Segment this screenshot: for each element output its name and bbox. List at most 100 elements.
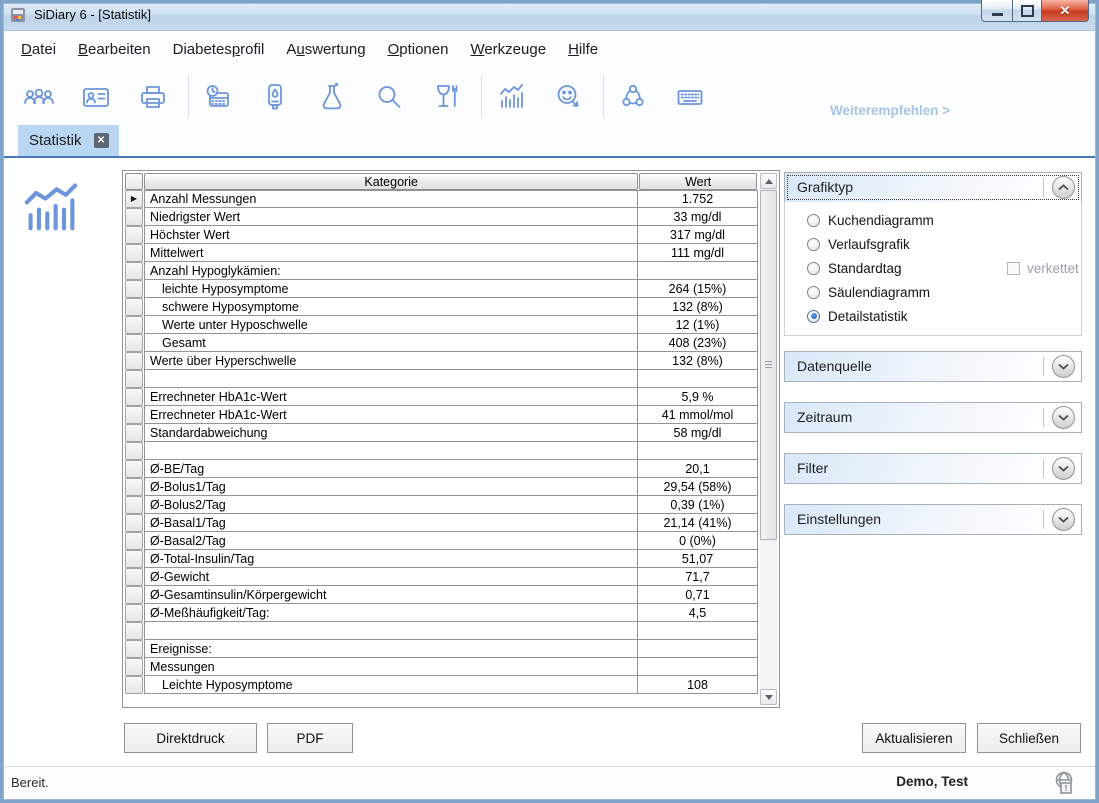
- table-row[interactable]: Höchster Wert317 mg/dl: [125, 226, 758, 244]
- table-row[interactable]: Werte über Hyperschwelle132 (8%): [125, 352, 758, 370]
- table-row[interactable]: Ø-BE/Tag20,1: [125, 460, 758, 478]
- row-header[interactable]: [125, 352, 143, 370]
- table-row[interactable]: Messungen: [125, 658, 758, 676]
- radio-selected-icon[interactable]: [807, 310, 820, 323]
- value-cell[interactable]: [638, 262, 758, 280]
- row-header[interactable]: [125, 442, 143, 460]
- category-cell[interactable]: Standardabweichung: [144, 424, 638, 442]
- category-cell[interactable]: Ereignisse:: [144, 640, 638, 658]
- smiley-export-icon[interactable]: [551, 79, 585, 115]
- value-cell[interactable]: 108: [638, 676, 758, 694]
- table-row[interactable]: Niedrigster Wert33 mg/dl: [125, 208, 758, 226]
- category-cell[interactable]: leichte Hyposymptome: [144, 280, 638, 298]
- value-cell[interactable]: 20,1: [638, 460, 758, 478]
- row-header[interactable]: [125, 226, 143, 244]
- value-cell[interactable]: 33 mg/dl: [638, 208, 758, 226]
- pdf-button[interactable]: PDF: [267, 723, 353, 753]
- value-cell[interactable]: 132 (8%): [638, 298, 758, 316]
- expand-button-zeitraum[interactable]: [1052, 406, 1075, 429]
- category-cell[interactable]: Werte über Hyperschwelle: [144, 352, 638, 370]
- category-cell[interactable]: Ø-Gewicht: [144, 568, 638, 586]
- direktdruck-button[interactable]: Direktdruck: [124, 723, 257, 753]
- row-header[interactable]: [125, 316, 143, 334]
- schliessen-button[interactable]: Schließen: [977, 723, 1081, 753]
- category-cell[interactable]: Höchster Wert: [144, 226, 638, 244]
- nutrition-icon[interactable]: [429, 79, 463, 115]
- column-header-wert[interactable]: Wert: [639, 173, 757, 190]
- checkbox-icon[interactable]: [1007, 262, 1020, 275]
- menu-item-diabetesprofil[interactable]: Diabetesprofil: [173, 41, 265, 58]
- category-cell[interactable]: Ø-Bolus2/Tag: [144, 496, 638, 514]
- users-icon[interactable]: [22, 79, 56, 115]
- scrollbar-thumb[interactable]: [760, 190, 777, 540]
- value-cell[interactable]: 58 mg/dl: [638, 424, 758, 442]
- category-cell[interactable]: [144, 370, 638, 388]
- row-header[interactable]: [125, 658, 143, 676]
- value-cell[interactable]: 0,71: [638, 586, 758, 604]
- keyboard-icon[interactable]: [673, 79, 707, 115]
- menu-item-auswertung[interactable]: Auswertung: [286, 41, 365, 58]
- row-header[interactable]: [125, 388, 143, 406]
- menu-item-bearbeiten[interactable]: Bearbeiten: [78, 41, 151, 58]
- value-cell[interactable]: [638, 622, 758, 640]
- lab-flask-icon[interactable]: [315, 79, 349, 115]
- value-cell[interactable]: 21,14 (41%): [638, 514, 758, 532]
- radio-option-verlaufsgrafik[interactable]: Verlaufsgrafik: [807, 234, 910, 254]
- row-header[interactable]: [125, 460, 143, 478]
- value-cell[interactable]: 1.752: [638, 190, 758, 208]
- table-row[interactable]: [125, 442, 758, 460]
- radio-option-kuchendiagramm[interactable]: Kuchendiagramm: [807, 210, 934, 230]
- radio-icon[interactable]: [807, 238, 820, 251]
- radio-option-s-ulendiagramm[interactable]: Säulendiagramm: [807, 282, 930, 302]
- table-row[interactable]: Ø-Bolus2/Tag0,39 (1%): [125, 496, 758, 514]
- row-header[interactable]: [125, 298, 143, 316]
- row-header[interactable]: [125, 244, 143, 262]
- panel-header-grafiktyp[interactable]: Grafiktyp: [784, 172, 1082, 203]
- value-cell[interactable]: 111 mg/dl: [638, 244, 758, 262]
- table-row[interactable]: Werte unter Hyposchwelle12 (1%): [125, 316, 758, 334]
- value-cell[interactable]: 0,39 (1%): [638, 496, 758, 514]
- category-cell[interactable]: Ø-Gesamtinsulin/Körpergewicht: [144, 586, 638, 604]
- row-header[interactable]: [125, 586, 143, 604]
- panel-header-datenquelle[interactable]: Datenquelle: [784, 351, 1082, 382]
- row-header[interactable]: [125, 568, 143, 586]
- table-row[interactable]: Ø-Total-Insulin/Tag51,07: [125, 550, 758, 568]
- collapse-button-grafiktyp[interactable]: [1052, 176, 1075, 199]
- category-cell[interactable]: Ø-Basal1/Tag: [144, 514, 638, 532]
- statistics-icon[interactable]: [494, 79, 528, 115]
- radio-option-detailstatistik[interactable]: Detailstatistik: [807, 306, 908, 326]
- value-cell[interactable]: 317 mg/dl: [638, 226, 758, 244]
- value-cell[interactable]: 41 mmol/mol: [638, 406, 758, 424]
- expand-button-filter[interactable]: [1052, 457, 1075, 480]
- category-cell[interactable]: Ø-Basal2/Tag: [144, 532, 638, 550]
- panel-header-zeitraum[interactable]: Zeitraum: [784, 402, 1082, 433]
- category-cell[interactable]: Errechneter HbA1c-Wert: [144, 388, 638, 406]
- category-cell[interactable]: Werte unter Hyposchwelle: [144, 316, 638, 334]
- value-cell[interactable]: 12 (1%): [638, 316, 758, 334]
- row-header[interactable]: [125, 604, 143, 622]
- row-header[interactable]: [125, 334, 143, 352]
- category-cell[interactable]: Errechneter HbA1c-Wert: [144, 406, 638, 424]
- table-row[interactable]: ▶Anzahl Messungen1.752: [125, 190, 758, 208]
- category-cell[interactable]: [144, 442, 638, 460]
- category-cell[interactable]: Ø-Meßhäufigkeit/Tag:: [144, 604, 638, 622]
- glucose-meter-icon[interactable]: [258, 79, 292, 115]
- menu-item-datei[interactable]: Datei: [21, 41, 56, 58]
- table-row[interactable]: Ø-Bolus1/Tag29,54 (58%): [125, 478, 758, 496]
- category-cell[interactable]: Anzahl Hypoglykämien:: [144, 262, 638, 280]
- verkettet-checkbox-row[interactable]: verkettet: [1007, 258, 1079, 278]
- tab-close-icon[interactable]: ✕: [94, 133, 109, 148]
- table-row[interactable]: Anzahl Hypoglykämien:: [125, 262, 758, 280]
- table-row[interactable]: Mittelwert111 mg/dl: [125, 244, 758, 262]
- value-cell[interactable]: 29,54 (58%): [638, 478, 758, 496]
- category-cell[interactable]: Ø-BE/Tag: [144, 460, 638, 478]
- row-header[interactable]: ▶: [125, 190, 143, 208]
- category-cell[interactable]: Niedrigster Wert: [144, 208, 638, 226]
- menu-item-werkzeuge[interactable]: Werkzeuge: [470, 41, 546, 58]
- vertical-scrollbar[interactable]: [760, 173, 777, 705]
- table-row[interactable]: [125, 370, 758, 388]
- share-icon[interactable]: [616, 79, 650, 115]
- table-row[interactable]: Standardabweichung58 mg/dl: [125, 424, 758, 442]
- minimize-button[interactable]: [981, 0, 1013, 22]
- table-row[interactable]: Ereignisse:: [125, 640, 758, 658]
